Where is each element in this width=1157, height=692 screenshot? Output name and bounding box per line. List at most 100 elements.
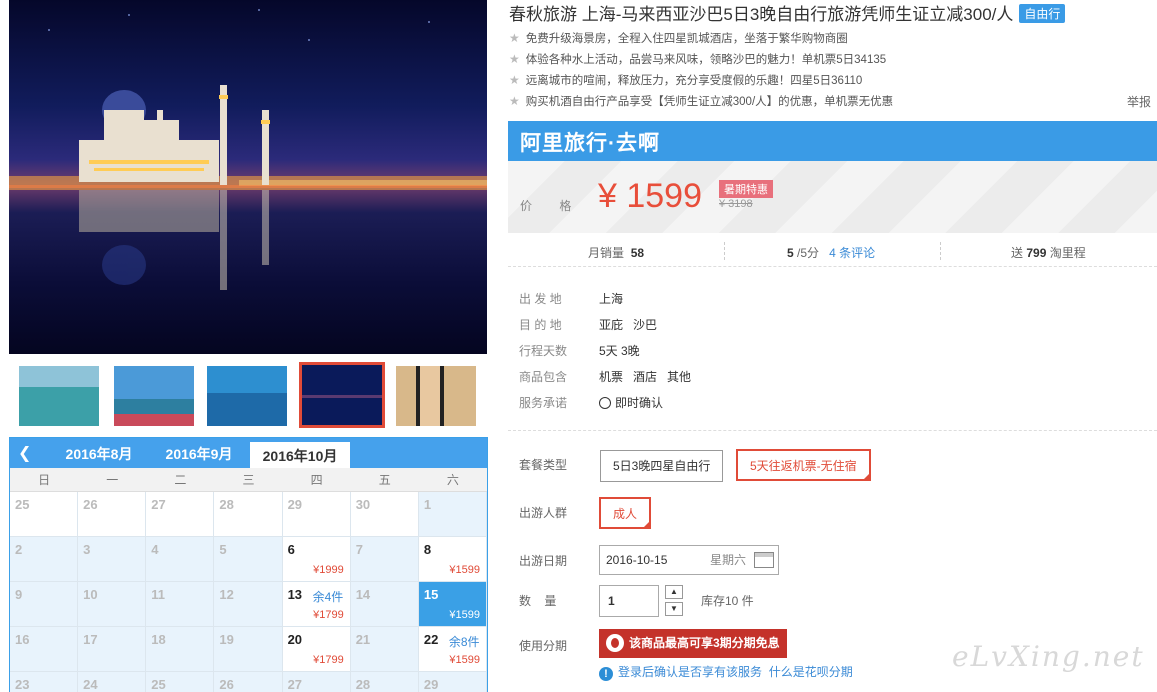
free-travel-badge: 自由行 (1019, 4, 1066, 23)
info-icon: ! (599, 667, 613, 681)
calendar-day-cell[interactable]: 6 ¥1999 (282, 537, 351, 582)
info-value: 机票 酒店 其他 (599, 370, 692, 384)
tab-month-aug[interactable]: 2016年8月 (52, 438, 146, 468)
calendar-day-cell: 25 (146, 672, 215, 692)
feature-text: 购买机酒自由行产品享受【凭师生证立减300/人】的优惠，单机票无优惠 (525, 96, 894, 108)
tab-month-sep[interactable]: 2016年9月 (152, 438, 246, 468)
thumbnail-5[interactable] (396, 366, 476, 426)
calendar-day-cell[interactable]: 15 ¥1599 (418, 582, 487, 627)
feature-text: 体验各种水上活动，品尝马来风味，领略沙巴的魅力！单机票5日34135 (525, 54, 887, 66)
star-icon: ★ (509, 73, 520, 87)
calendar-day-cell: 16 (10, 627, 79, 672)
calendar-day-number: 29 (423, 677, 439, 692)
calendar-day-price: ¥1599 (449, 564, 480, 576)
info-label: 行程天数 (519, 344, 568, 358)
travel-date-value: 2016-10-15 (606, 553, 668, 567)
calendar-day-number: 8 (423, 542, 432, 557)
calendar-day-cell: 25 (10, 492, 79, 537)
calendar-icon[interactable] (754, 552, 774, 568)
price-label: 价 格 (520, 199, 584, 213)
calendar-day-number: 28 (355, 677, 371, 692)
package-option-hotel[interactable]: 5日3晚四星自由行 (600, 450, 724, 482)
calendar-day-cell[interactable]: 13 余4件 ¥1799 (282, 582, 351, 627)
package-option-flight[interactable]: 5天往返机票-无住宿 (736, 449, 871, 481)
info-departure: 出 发 地 上海 (519, 290, 623, 307)
crowd-option-adult[interactable]: 成人 (599, 497, 652, 529)
calendar-grid: 25 26 27 28 29 30 1 2 3 4 5 6 ¥1999 7 8 ¥1599 9 10 11 12 13 余… (10, 492, 487, 692)
tab-month-oct[interactable]: 2016年10月 (250, 440, 350, 468)
star-icon: ★ (509, 52, 520, 66)
calendar-day-number: 25 (151, 677, 166, 692)
calendar-day-number: 23 (15, 677, 30, 692)
travel-date-field[interactable]: 2016-10-15 星期六 (599, 545, 779, 575)
monthly-sales-label: 月销量 (588, 246, 625, 260)
calendar-day-number: 9 (15, 587, 23, 602)
thumbnail-4-selected[interactable] (299, 362, 385, 428)
section-divider (508, 430, 1157, 431)
calendar-day-number: 20 (287, 632, 303, 647)
product-title: 春秋旅游 上海-马来西亚沙巴5日3晚自由行旅游凭师生证立减300/人 自由行 (509, 0, 1066, 25)
quantity-increase-button[interactable]: ▲ (665, 585, 683, 599)
calendar-day-cell[interactable]: 20 ¥1799 (282, 627, 351, 672)
calendar-day-number: 13 (287, 587, 303, 602)
calendar-day-cell[interactable]: 8 ¥1599 (418, 537, 487, 582)
info-label: 目 的 地 (519, 318, 562, 332)
info-includes: 商品包含 机票 酒店 其他 (519, 368, 691, 385)
quantity-decrease-button[interactable]: ▼ (665, 602, 683, 616)
calendar-day-number: 15 (423, 587, 439, 602)
thumbnail-2[interactable] (114, 366, 194, 426)
calendar-day-cell: 19 (214, 627, 283, 672)
calendar-day-number: 25 (15, 497, 30, 512)
star-icon: ★ (509, 31, 520, 45)
monthly-sales-value: 58 (630, 246, 645, 260)
calendar-day-number: 22 (423, 632, 439, 647)
thumbnail-1[interactable] (19, 366, 99, 426)
quantity-input[interactable]: 1 (599, 585, 659, 617)
rating-value: 5 (787, 246, 794, 260)
calendar-day-cell: 5 (214, 537, 283, 582)
product-title-text: 春秋旅游 上海-马来西亚沙巴5日3晚自由行旅游凭师生证立减300/人 (509, 5, 1014, 24)
calendar-day-cell: 12 (214, 582, 283, 627)
calendar-day-number: 19 (219, 632, 234, 647)
calendar-day-number: 4 (151, 542, 159, 557)
points-prefix: 送 (1011, 246, 1024, 260)
installment-button[interactable]: 该商品最高可享3期分期免息 (599, 629, 787, 658)
calendar-day-price: ¥1799 (313, 654, 344, 666)
info-value: 上海 (599, 292, 624, 306)
info-value: 即时确认 (615, 396, 664, 410)
calendar-day-number: 30 (355, 497, 371, 512)
promo-badge: 暑期特惠 (719, 180, 773, 198)
chevron-left-icon[interactable]: ❮ (18, 443, 31, 463)
login-check-link[interactable]: 登录后确认是否享有该服务 (618, 665, 762, 679)
what-is-huabei-link[interactable]: 什么是花呗分期 (769, 665, 853, 679)
info-label: 服务承诺 (519, 396, 568, 410)
info-service: 服务承诺 即时确认 (519, 394, 663, 411)
feature-item: ★ 远离城市的喧闹，释放压力，充分享受度假的乐趣！四星5日36110 (509, 72, 862, 88)
alitrip-banner: 阿里旅行·去啊 (508, 121, 1157, 161)
quantity-label: 数 量 (519, 594, 557, 608)
calendar-day-number: 12 (219, 587, 234, 602)
stock-text: 库存10 件 (701, 594, 754, 608)
reviews-link[interactable]: 4 条评论 (829, 246, 875, 260)
weekday-label: 五 (378, 473, 391, 487)
points-suffix: 淘里程 (1049, 246, 1086, 260)
calendar-day-price: ¥1599 (449, 654, 480, 666)
weekday-label: 一 (106, 473, 119, 487)
calendar-day-cell: 23 (10, 672, 79, 692)
calendar-day-cell[interactable]: 22 余8件 ¥1599 (418, 627, 487, 672)
calendar-day-number: 3 (83, 542, 91, 557)
weekday-label: 三 (242, 473, 255, 487)
installment-label: 使用分期 (519, 639, 568, 653)
calendar-day-number: 7 (355, 542, 363, 557)
calendar-stock-left: 余8件 (448, 635, 480, 649)
departure-calendar: ❮ 2016年8月 2016年9月 2016年10月 日 一 二 三 四 五 六… (9, 437, 488, 692)
thumbnail-3[interactable] (207, 366, 287, 426)
calendar-header: ❮ 2016年8月 2016年9月 2016年10月 (10, 438, 487, 468)
calendar-day-cell: 3 (78, 537, 147, 582)
calendar-stock-left: 余4件 (312, 590, 344, 604)
calendar-day-cell: 27 (146, 492, 215, 537)
feature-text: 远离城市的喧闹，释放压力，充分享受度假的乐趣！四星5日36110 (525, 75, 863, 87)
calendar-day-cell: 21 (350, 627, 419, 672)
report-link[interactable]: 举报 (1127, 93, 1151, 110)
crowd-label: 出游人群 (519, 506, 568, 520)
